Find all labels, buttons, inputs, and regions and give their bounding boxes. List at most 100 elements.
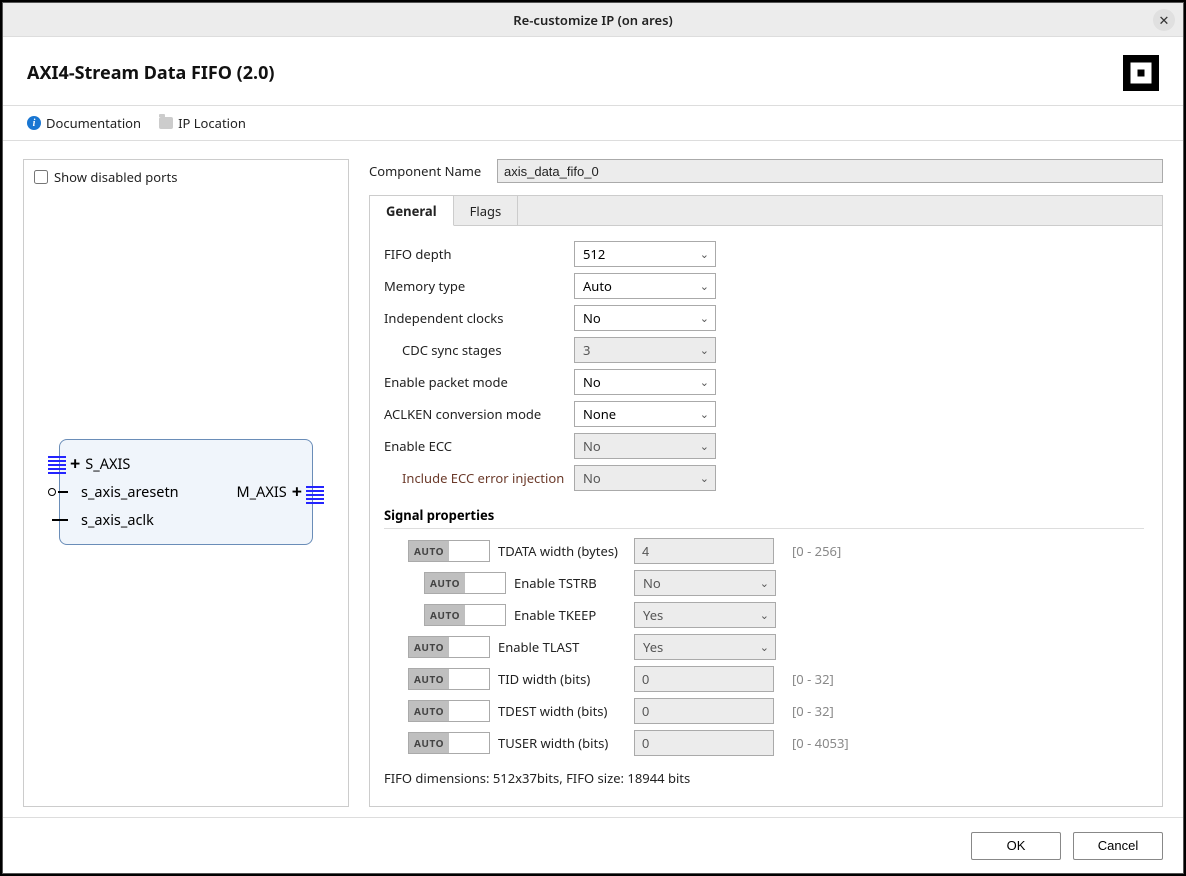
enable-ecc-label: Enable ECC (384, 437, 574, 455)
chevron-down-icon: ⌄ (700, 375, 709, 390)
tdata-width-label: TDATA width (bytes) (498, 542, 626, 560)
component-name-input[interactable] (497, 159, 1163, 183)
fifo-dimensions-text: FIFO dimensions: 512x37bits, FIFO size: … (384, 769, 1148, 787)
ecc-injection-label: Include ECC error injection (384, 469, 574, 487)
enable-tkeep-label: Enable TKEEP (514, 606, 626, 624)
show-disabled-ports-checkbox[interactable]: Show disabled ports (34, 168, 338, 186)
tkeep-auto-switch[interactable]: AUTO (424, 604, 506, 626)
window-title: Re-customize IP (on ares) (513, 11, 672, 29)
ip-title: AXI4-Stream Data FIFO (2.0) (27, 61, 275, 85)
packet-mode-label: Enable packet mode (384, 373, 574, 391)
ecc-injection-select: No ⌄ (574, 465, 716, 491)
folder-icon (159, 117, 173, 129)
show-disabled-ports-input[interactable] (34, 170, 48, 184)
pin-line-icon (58, 491, 68, 493)
tab-general[interactable]: General (370, 196, 454, 226)
tab-strip: General Flags (370, 196, 1162, 226)
enable-tlast-select: Yes ⌄ (634, 634, 776, 660)
tdest-width-input (634, 698, 774, 724)
tid-width-label: TID width (bits) (498, 670, 626, 688)
ip-location-link[interactable]: IP Location (159, 114, 246, 132)
port-aresetn: s_axis_aresetn (81, 482, 179, 502)
show-disabled-ports-label: Show disabled ports (54, 168, 177, 186)
tid-range: [0 - 32] (792, 670, 834, 688)
tid-width-input (634, 666, 774, 692)
tuser-width-input (634, 730, 774, 756)
enable-ecc-select: No ⌄ (574, 433, 716, 459)
chevron-down-icon: ⌄ (700, 343, 709, 358)
expand-icon[interactable]: + (68, 452, 82, 476)
bus-rail-icon (48, 456, 66, 474)
amd-logo-icon (1127, 59, 1155, 87)
memory-type-label: Memory type (384, 277, 574, 295)
documentation-label: Documentation (46, 114, 141, 132)
info-icon: i (27, 116, 41, 130)
component-name-label: Component Name (369, 162, 487, 180)
titlebar: Re-customize IP (on ares) ✕ (3, 3, 1183, 37)
chevron-down-icon: ⌄ (700, 247, 709, 262)
block-diagram-area: + S_AXIS s_axis_aresetn M_AXIS (34, 186, 338, 798)
config-panel: Component Name General Flags FIFO depth … (369, 159, 1163, 807)
tid-auto-switch[interactable]: AUTO (408, 668, 490, 690)
component-name-row: Component Name (369, 159, 1163, 183)
footer: OK Cancel (3, 817, 1183, 873)
enable-tkeep-select: Yes ⌄ (634, 602, 776, 628)
chevron-down-icon: ⌄ (700, 407, 709, 422)
tab-flags[interactable]: Flags (454, 196, 519, 225)
dialog-window: Re-customize IP (on ares) ✕ AXI4-Stream … (2, 2, 1184, 874)
linkbar: i Documentation IP Location (3, 106, 1183, 141)
tdata-range: [0 - 256] (792, 542, 841, 560)
tuser-width-label: TUSER width (bits) (498, 734, 626, 752)
chevron-down-icon: ⌄ (700, 439, 709, 454)
ip-location-label: IP Location (178, 114, 246, 132)
port-aclk: s_axis_aclk (81, 510, 154, 530)
pin-circle-icon (48, 488, 56, 496)
close-button[interactable]: ✕ (1153, 9, 1175, 31)
pin-line-icon (52, 519, 68, 521)
enable-tlast-label: Enable TLAST (498, 638, 626, 656)
tstrb-auto-switch[interactable]: AUTO (424, 572, 506, 594)
header: AXI4-Stream Data FIFO (2.0) (3, 37, 1183, 106)
tdest-width-label: TDEST width (bits) (498, 702, 626, 720)
tab-body-general: FIFO depth 512 ⌄ Memory type Auto ⌄ (370, 226, 1162, 806)
aclken-mode-label: ACLKEN conversion mode (384, 405, 574, 423)
chevron-down-icon: ⌄ (700, 311, 709, 326)
chevron-down-icon: ⌄ (700, 279, 709, 294)
tlast-auto-switch[interactable]: AUTO (408, 636, 490, 658)
packet-mode-select[interactable]: No ⌄ (574, 369, 716, 395)
port-s-axis: S_AXIS (85, 454, 130, 474)
fifo-depth-label: FIFO depth (384, 245, 574, 263)
tuser-auto-switch[interactable]: AUTO (408, 732, 490, 754)
tab-container: General Flags FIFO depth 512 ⌄ Memory ty… (369, 195, 1163, 807)
port-m-axis: M_AXIS (236, 482, 286, 502)
enable-tstrb-select: No ⌄ (634, 570, 776, 596)
chevron-down-icon: ⌄ (760, 576, 769, 591)
close-icon: ✕ (1159, 11, 1170, 29)
aclken-mode-select[interactable]: None ⌄ (574, 401, 716, 427)
ok-button[interactable]: OK (971, 832, 1061, 860)
tuser-range: [0 - 4053] (792, 734, 849, 752)
independent-clocks-label: Independent clocks (384, 309, 574, 327)
signal-properties-heading: Signal properties (384, 506, 1144, 529)
chevron-down-icon: ⌄ (760, 608, 769, 623)
expand-icon[interactable]: + (290, 480, 304, 504)
tdest-range: [0 - 32] (792, 702, 834, 720)
symbol-panel: Show disabled ports + S_AXIS (23, 159, 349, 807)
chevron-down-icon: ⌄ (760, 640, 769, 655)
memory-type-select[interactable]: Auto ⌄ (574, 273, 716, 299)
tdata-auto-switch[interactable]: AUTO (408, 540, 490, 562)
tdata-width-input (634, 538, 774, 564)
chevron-down-icon: ⌄ (700, 471, 709, 486)
body: Show disabled ports + S_AXIS (3, 141, 1183, 817)
ip-block: + S_AXIS s_axis_aresetn M_AXIS (59, 439, 313, 545)
documentation-link[interactable]: i Documentation (27, 114, 141, 132)
fifo-depth-select[interactable]: 512 ⌄ (574, 241, 716, 267)
cdc-sync-select: 3 ⌄ (574, 337, 716, 363)
enable-tstrb-label: Enable TSTRB (514, 574, 626, 592)
tdest-auto-switch[interactable]: AUTO (408, 700, 490, 722)
cdc-sync-label: CDC sync stages (384, 341, 574, 359)
cancel-button[interactable]: Cancel (1073, 832, 1163, 860)
bus-rail-icon (306, 486, 324, 504)
amd-logo (1123, 55, 1159, 91)
independent-clocks-select[interactable]: No ⌄ (574, 305, 716, 331)
